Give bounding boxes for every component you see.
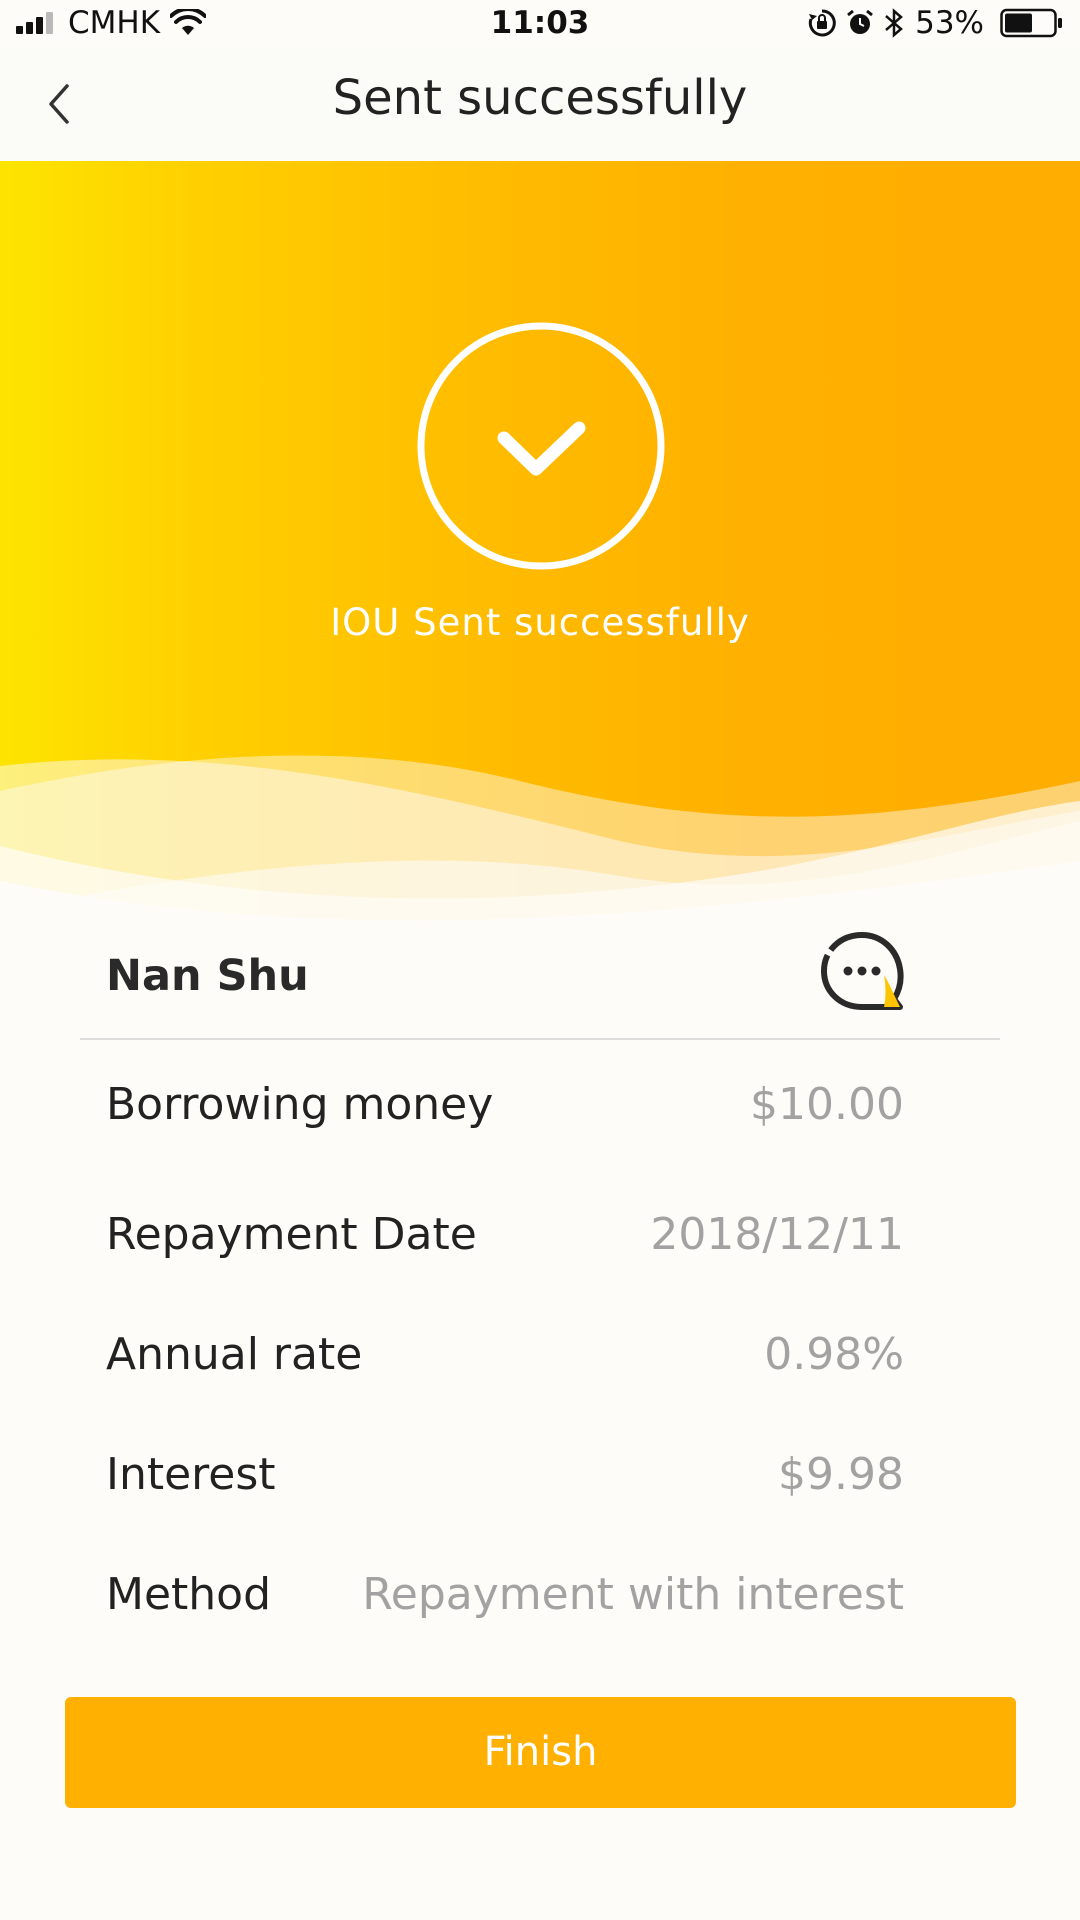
finish-button[interactable]: Finish: [65, 1697, 1016, 1808]
contact-row: Nan Shu: [80, 921, 1000, 1040]
detail-label: Repayment Date: [106, 1209, 477, 1260]
detail-row-annual-rate: Annual rate 0.98%: [106, 1315, 904, 1395]
wave-decoration: [0, 755, 1080, 921]
status-right: 53%: [799, 2, 1064, 44]
detail-value: Repayment with interest: [362, 1569, 904, 1620]
battery-percent: 53%: [915, 5, 984, 41]
battery-icon: [1000, 8, 1062, 38]
detail-row-method: Method Repayment with interest: [106, 1555, 904, 1635]
detail-value: $9.98: [778, 1449, 904, 1500]
detail-value: $10.00: [750, 1079, 904, 1130]
navigation-bar: Sent successfully: [0, 48, 1080, 161]
alarm-icon: [847, 9, 874, 34]
detail-label: Annual rate: [106, 1329, 363, 1380]
detail-row-interest: Interest $9.98: [106, 1435, 904, 1515]
app-screen: CMHK 11:03 53% Sent successfully IOU Sen…: [0, 0, 1080, 1920]
detail-label: Method: [106, 1569, 272, 1620]
chat-bubble-icon[interactable]: [814, 925, 910, 1021]
detail-label: Interest: [106, 1449, 276, 1500]
page-title: Sent successfully: [332, 70, 748, 126]
rotation-lock-icon: [808, 9, 836, 37]
detail-label: Borrowing money: [106, 1079, 494, 1130]
bluetooth-icon: [885, 8, 904, 38]
success-header: IOU Sent successfully: [0, 161, 1080, 921]
detail-row-repayment-date: Repayment Date 2018/12/11: [106, 1195, 904, 1275]
contact-name: Nan Shu: [106, 951, 309, 1001]
success-message: IOU Sent successfully: [330, 601, 750, 644]
check-circle-icon: [417, 322, 665, 570]
detail-row-borrowing-money: Borrowing money $10.00: [106, 1065, 904, 1145]
detail-value: 2018/12/11: [650, 1209, 904, 1260]
detail-value: 0.98%: [764, 1329, 904, 1380]
iou-details: Nan Shu Borrowing money $10.00 Repayment…: [0, 921, 1080, 1920]
status-bar: CMHK 11:03 53%: [0, 0, 1080, 48]
